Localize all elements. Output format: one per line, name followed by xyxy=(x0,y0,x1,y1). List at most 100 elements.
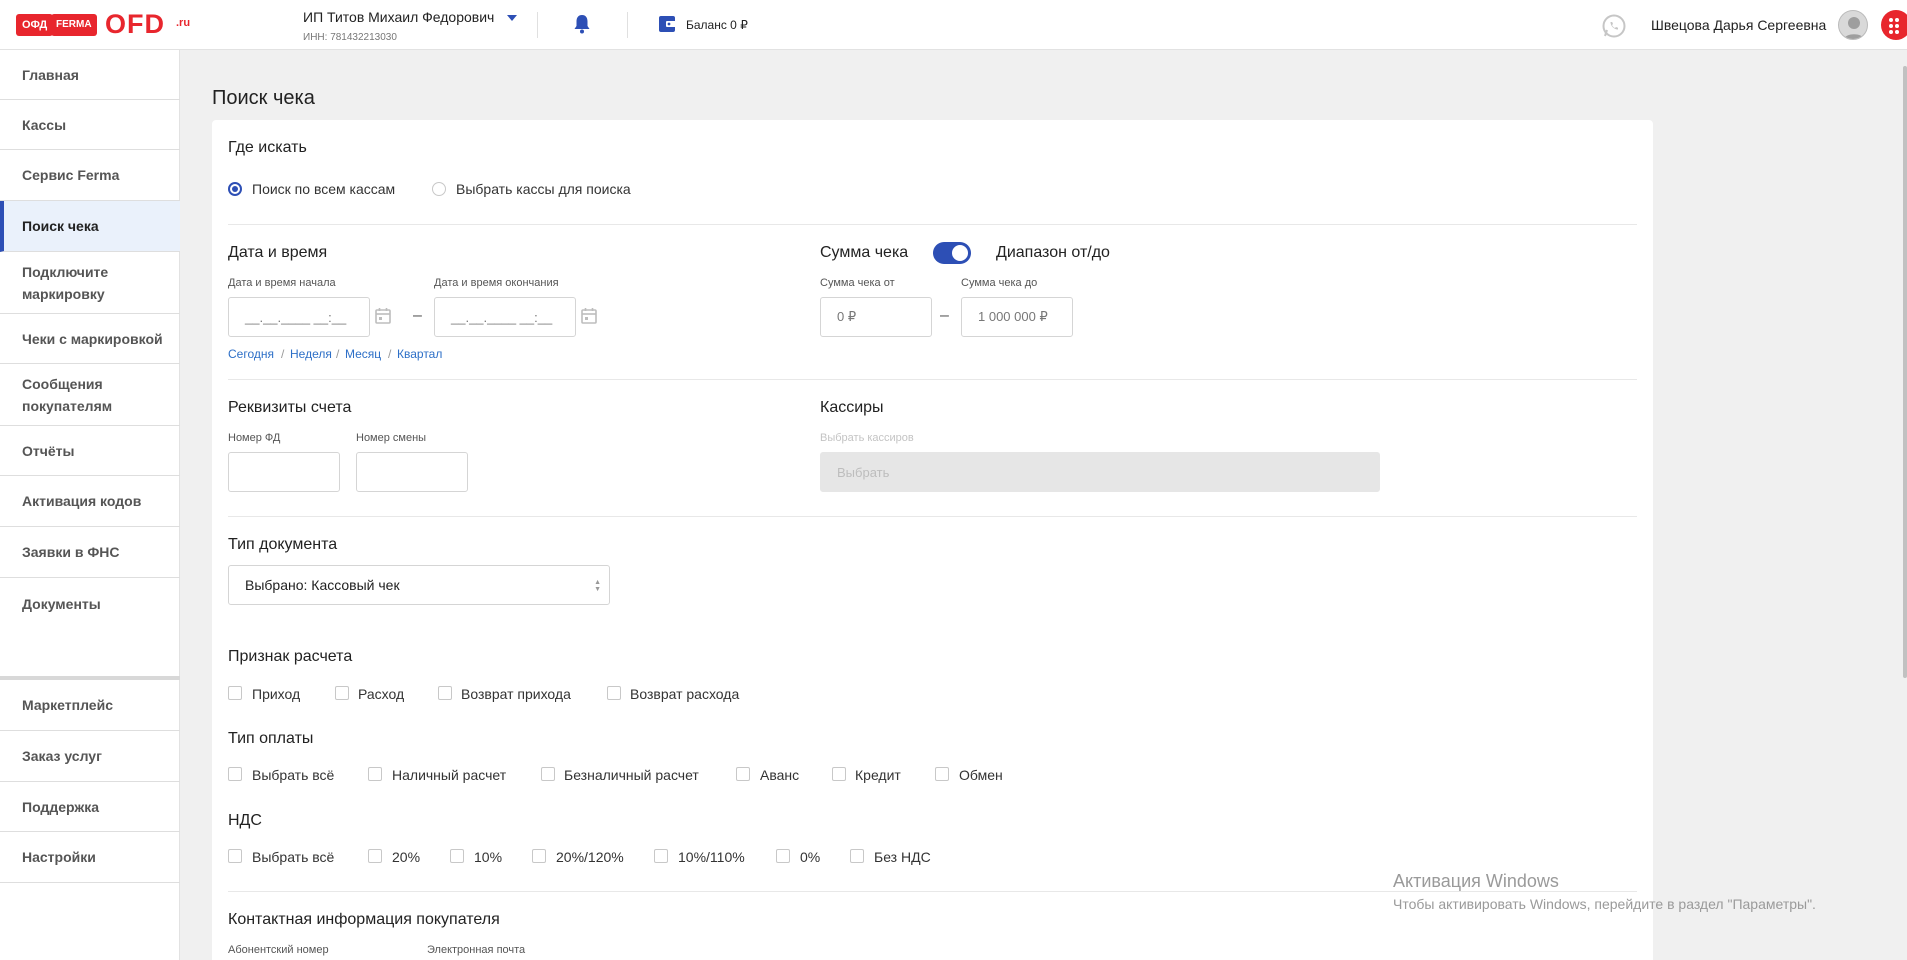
cashiers-select[interactable]: Выбрать xyxy=(820,452,1380,492)
end-datetime-input[interactable]: __.__.____ __:__ xyxy=(434,297,576,337)
checkbox-vat-20-120[interactable] xyxy=(532,849,546,863)
start-datetime-input[interactable]: __.__.____ __:__ xyxy=(228,297,370,337)
sidebar-item-customer-messages[interactable]: Сообщения покупателям xyxy=(0,364,180,426)
sidebar-item-cash-registers[interactable]: Кассы xyxy=(0,100,180,150)
sidebar-item-home[interactable]: Главная xyxy=(0,50,180,100)
wallet-icon[interactable] xyxy=(658,15,678,33)
checkbox-vat-10-label[interactable]: 10% xyxy=(474,849,502,865)
range-toggle[interactable] xyxy=(933,242,971,264)
checkbox-vat-10-110[interactable] xyxy=(654,849,668,863)
checkbox-payment-select-all[interactable] xyxy=(228,767,242,781)
doc-type-select[interactable]: Выбрано: Кассовый чек ▲ ▼ xyxy=(228,565,610,605)
quick-range-quarter[interactable]: Квартал xyxy=(397,347,442,361)
amount-section-title: Сумма чека xyxy=(820,244,909,261)
checkbox-credit[interactable] xyxy=(832,767,846,781)
shift-number-input[interactable] xyxy=(356,452,468,492)
checkbox-vat-select-all-label[interactable]: Выбрать всё xyxy=(252,849,334,865)
windows-activation-watermark: Активация Windows xyxy=(1393,871,1559,891)
sidebar-item-connect-marking[interactable]: Подключите маркировку xyxy=(0,252,180,314)
amount-to-input[interactable]: 1 000 000 ₽ xyxy=(961,297,1073,337)
checkbox-expense-return-label[interactable]: Возврат расхода xyxy=(630,686,739,702)
checkbox-exchange[interactable] xyxy=(935,767,949,781)
checkbox-vat-select-all[interactable] xyxy=(228,849,242,863)
checkbox-advance-label[interactable]: Аванс xyxy=(760,767,799,783)
sidebar-item-marketplace[interactable]: Маркетплейс xyxy=(0,680,180,731)
sidebar-item-fns-requests[interactable]: Заявки в ФНС xyxy=(0,527,180,578)
quick-range-month[interactable]: Месяц xyxy=(345,347,381,361)
section-divider xyxy=(228,379,1637,380)
sidebar-item-ferma-service[interactable]: Сервис Ferma xyxy=(0,150,180,201)
checkbox-exchange-label[interactable]: Обмен xyxy=(959,767,1003,783)
amount-from-input[interactable]: 0 ₽ xyxy=(820,297,932,337)
user-name[interactable]: Швецова Дарья Сергеевна xyxy=(1651,17,1826,33)
user-avatar[interactable] xyxy=(1838,10,1868,40)
checkbox-expense-label[interactable]: Расход xyxy=(358,686,404,702)
checkbox-payment-select-all-label[interactable]: Выбрать всё xyxy=(252,767,334,783)
ofd-logo[interactable]: ОФД xyxy=(16,14,54,36)
sidebar-item-documents[interactable]: Документы xyxy=(0,578,180,629)
checkbox-vat-10-110-label[interactable]: 10%/110% xyxy=(678,849,745,865)
quick-range-week[interactable]: Неделя xyxy=(290,347,332,361)
end-datetime-value: __.__.____ __:__ xyxy=(451,309,553,325)
sidebar-item-code-activation[interactable]: Активация кодов xyxy=(0,476,180,527)
checkbox-income[interactable] xyxy=(228,686,242,700)
radio-all-registers-label[interactable]: Поиск по всем кассам xyxy=(252,181,395,197)
checkbox-expense[interactable] xyxy=(335,686,349,700)
page-scrollbar[interactable] xyxy=(1903,66,1907,678)
checkbox-cash[interactable] xyxy=(368,767,382,781)
header-divider xyxy=(537,12,538,38)
checkbox-vat-0[interactable] xyxy=(776,849,790,863)
sidebar-item-settings[interactable]: Настройки xyxy=(0,832,180,883)
chevron-down-icon[interactable] xyxy=(506,14,517,21)
checkbox-no-vat[interactable] xyxy=(850,849,864,863)
checkbox-income-return[interactable] xyxy=(438,686,452,700)
checkbox-vat-10[interactable] xyxy=(450,849,464,863)
checkbox-cash-label[interactable]: Наличный расчет xyxy=(392,767,506,783)
quick-range-today[interactable]: Сегодня xyxy=(228,347,274,361)
sidebar-item-receipt-search[interactable]: Поиск чека xyxy=(0,201,180,252)
organization-name[interactable]: ИП Титов Михаил Федорович xyxy=(303,9,494,25)
top-header: ОФД FERMA OFD .ru ИП Титов Михаил Федоро… xyxy=(0,0,1907,50)
checkbox-credit-label[interactable]: Кредит xyxy=(855,767,901,783)
vat-section-title: НДС xyxy=(228,812,262,829)
ferma-logo[interactable]: FERMA xyxy=(51,14,97,36)
sidebar-item-marked-receipts[interactable]: Чеки с маркировкой xyxy=(0,314,180,364)
checkbox-cashless[interactable] xyxy=(541,767,555,781)
balance-link[interactable]: Баланс 0 ₽ xyxy=(686,18,748,32)
checkbox-income-label[interactable]: Приход xyxy=(252,686,300,702)
section-divider xyxy=(228,224,1637,225)
radio-select-registers[interactable] xyxy=(432,182,446,196)
apps-icon xyxy=(1889,18,1893,22)
sidebar-item-order-services[interactable]: Заказ услуг xyxy=(0,731,180,782)
search-form-card: Где искать Поиск по всем кассам Выбрать … xyxy=(212,120,1653,960)
sidebar-item-support[interactable]: Поддержка xyxy=(0,782,180,832)
fd-number-label: Номер ФД xyxy=(228,432,281,444)
checkbox-vat-20[interactable] xyxy=(368,849,382,863)
ofd-ru-suffix: .ru xyxy=(176,17,191,29)
fd-number-input[interactable] xyxy=(228,452,340,492)
checkbox-no-vat-label[interactable]: Без НДС xyxy=(874,849,931,865)
calendar-icon[interactable] xyxy=(374,307,392,325)
checkbox-vat-20-120-label[interactable]: 20%/120% xyxy=(556,849,624,865)
cashiers-select-placeholder: Выбрать xyxy=(837,464,890,480)
checkbox-income-return-label[interactable]: Возврат прихода xyxy=(461,686,571,702)
end-datetime-label: Дата и время окончания xyxy=(434,277,559,289)
checkbox-cashless-label[interactable]: Безналичный расчет xyxy=(564,767,699,783)
sidebar-item-reports[interactable]: Отчёты xyxy=(0,426,180,476)
amount-from-placeholder: 0 ₽ xyxy=(837,309,857,324)
apps-menu-button[interactable] xyxy=(1881,10,1907,40)
checkbox-vat-20-label[interactable]: 20% xyxy=(392,849,420,865)
checkbox-advance[interactable] xyxy=(736,767,750,781)
organization-selector[interactable]: ИП Титов Михаил Федорович ИНН: 781432213… xyxy=(303,9,517,43)
bell-icon[interactable] xyxy=(573,14,591,34)
datetime-section-title: Дата и время xyxy=(228,244,328,261)
calendar-icon[interactable] xyxy=(580,307,598,325)
whatsapp-icon[interactable] xyxy=(1601,13,1627,39)
radio-all-registers[interactable] xyxy=(228,182,242,196)
checkbox-expense-return[interactable] xyxy=(607,686,621,700)
ofd-ru-logo[interactable]: OFD xyxy=(105,9,165,39)
quick-range-separator: / xyxy=(388,347,392,361)
radio-select-registers-label[interactable]: Выбрать кассы для поиска xyxy=(456,181,631,197)
checkbox-vat-0-label[interactable]: 0% xyxy=(800,849,820,865)
quick-range-separator: / xyxy=(281,347,285,361)
